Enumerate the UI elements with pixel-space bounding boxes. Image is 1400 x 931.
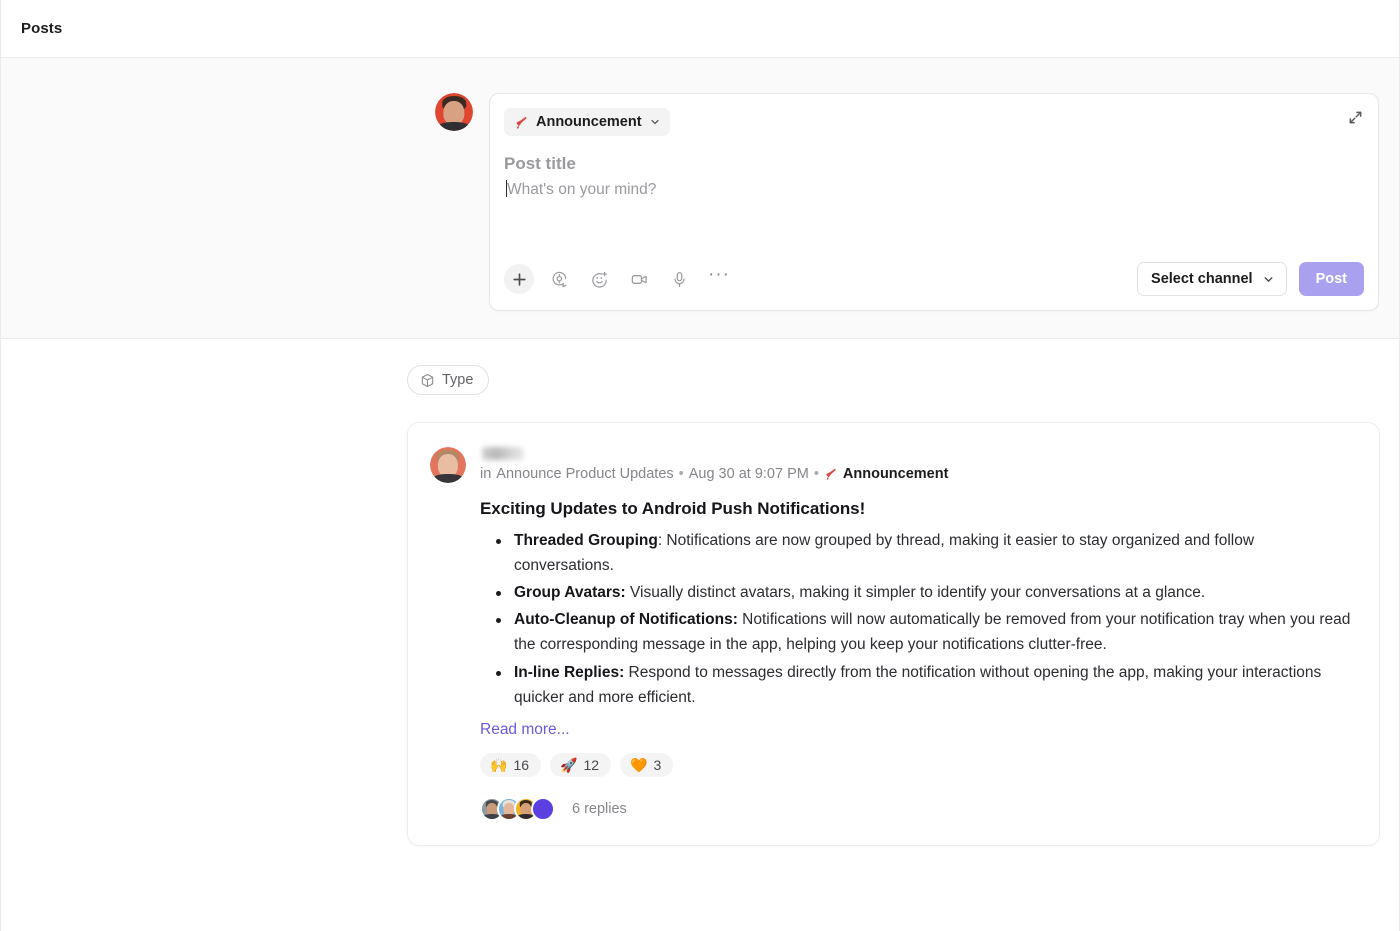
replies-count-label: 6 replies [572, 800, 627, 817]
post-composer-card: Announcement Post title What's on your m… [489, 93, 1379, 311]
post-timestamp: Aug 30 at 9:07 PM [688, 466, 809, 482]
add-attachment-icon[interactable] [504, 264, 534, 294]
current-user-avatar[interactable] [435, 93, 473, 131]
reaction-emoji: 🙌 [490, 756, 508, 773]
post-author-avatar[interactable] [430, 447, 466, 483]
reaction-chip[interactable]: 🙌 16 [480, 752, 542, 777]
megaphone-icon [514, 115, 529, 130]
bullet-text: Visually distinct avatars, making it sim… [625, 584, 1206, 602]
reaction-count: 3 [653, 756, 662, 773]
chevron-down-icon [649, 116, 661, 128]
post-type-label: Announcement [536, 114, 642, 130]
post-type-selector[interactable]: Announcement [504, 108, 670, 136]
expand-icon[interactable] [1344, 106, 1366, 128]
microphone-icon[interactable] [664, 264, 694, 294]
reply-avatar-stack [480, 796, 555, 821]
post-card: in Announce Product Updates • Aug 30 at … [407, 422, 1380, 846]
reactions-row: 🙌 16 🚀 12 🧡 3 [480, 752, 1355, 777]
cube-icon [420, 373, 435, 388]
post-body-placeholder: What's on your mind? [507, 181, 657, 199]
post-type-badge-label: Announcement [842, 466, 949, 482]
meta-separator: • [678, 466, 684, 482]
post-body: Exciting Updates to Android Push Notific… [430, 499, 1355, 821]
select-channel-label: Select channel [1151, 271, 1253, 287]
composer-actions: Select channel Post [1137, 262, 1364, 296]
list-item: Auto-Cleanup of Notifications: Notificat… [480, 607, 1355, 657]
read-more-link[interactable]: Read more... [480, 721, 570, 739]
mention-icon[interactable] [544, 264, 574, 294]
post-type-badge: Announcement [824, 466, 949, 482]
post-meta-line: in Announce Product Updates • Aug 30 at … [480, 466, 948, 482]
post-button[interactable]: Post [1298, 262, 1364, 296]
filter-chip-label: Type [442, 372, 474, 388]
composer-spacer [504, 201, 1364, 258]
bullet-label: In-line Replies: [514, 663, 625, 681]
bullet-label: Threaded Grouping [514, 532, 658, 549]
filter-row: Type [407, 339, 1379, 395]
list-item: Group Avatars: Visually distinct avatars… [480, 580, 1355, 605]
page-title: Posts [21, 20, 63, 37]
reaction-chip[interactable]: 🚀 12 [550, 752, 612, 777]
reaction-count: 12 [583, 756, 600, 773]
composer-toolbar: ··· Select channel Post [504, 258, 1364, 310]
list-item: Threaded Grouping: Notifications are now… [480, 528, 1355, 578]
reaction-count: 16 [513, 756, 530, 773]
post-meta: in Announce Product Updates • Aug 30 at … [480, 445, 948, 482]
reply-avatar-4 [531, 796, 555, 821]
meta-separator: • [813, 466, 819, 482]
post-bullet-list: Threaded Grouping: Notifications are now… [480, 528, 1355, 710]
video-icon[interactable] [624, 264, 654, 294]
list-item: In-line Replies: Respond to messages dir… [480, 660, 1355, 710]
post-body-input[interactable]: What's on your mind? [504, 180, 1364, 200]
megaphone-icon [824, 467, 838, 481]
channel-prefix: in [480, 466, 492, 482]
emoji-icon[interactable] [584, 264, 614, 294]
filter-chip-type[interactable]: Type [407, 365, 490, 395]
bullet-label: Auto-Cleanup of Notifications: [514, 611, 738, 629]
post-title-input[interactable]: Post title [504, 154, 1364, 174]
reaction-emoji: 🚀 [560, 756, 578, 773]
post-author-name [482, 447, 524, 460]
posts-feed: Type in Announce Product Updates • Aug 3… [1, 339, 1399, 846]
reaction-emoji: 🧡 [630, 756, 648, 773]
select-channel-dropdown[interactable]: Select channel [1137, 262, 1287, 296]
post-heading: Exciting Updates to Android Push Notific… [480, 499, 866, 518]
reaction-chip[interactable]: 🧡 3 [620, 752, 674, 777]
bullet-text: Respond to messages directly from the no… [514, 663, 1322, 706]
composer-band: Announcement Post title What's on your m… [1, 58, 1399, 339]
bullet-label: Group Avatars: [514, 584, 626, 602]
post-header: in Announce Product Updates • Aug 30 at … [430, 445, 1355, 483]
composer-tool-icons: ··· [504, 264, 734, 294]
post-channel-link[interactable]: Announce Product Updates [496, 466, 673, 482]
page-header: Posts [1, 0, 1399, 58]
posts-app: Posts Announcement Post title What's on … [0, 0, 1400, 931]
more-options-icon[interactable]: ··· [704, 264, 734, 294]
chevron-down-icon [1262, 273, 1275, 286]
replies-row[interactable]: 6 replies [480, 796, 1355, 821]
